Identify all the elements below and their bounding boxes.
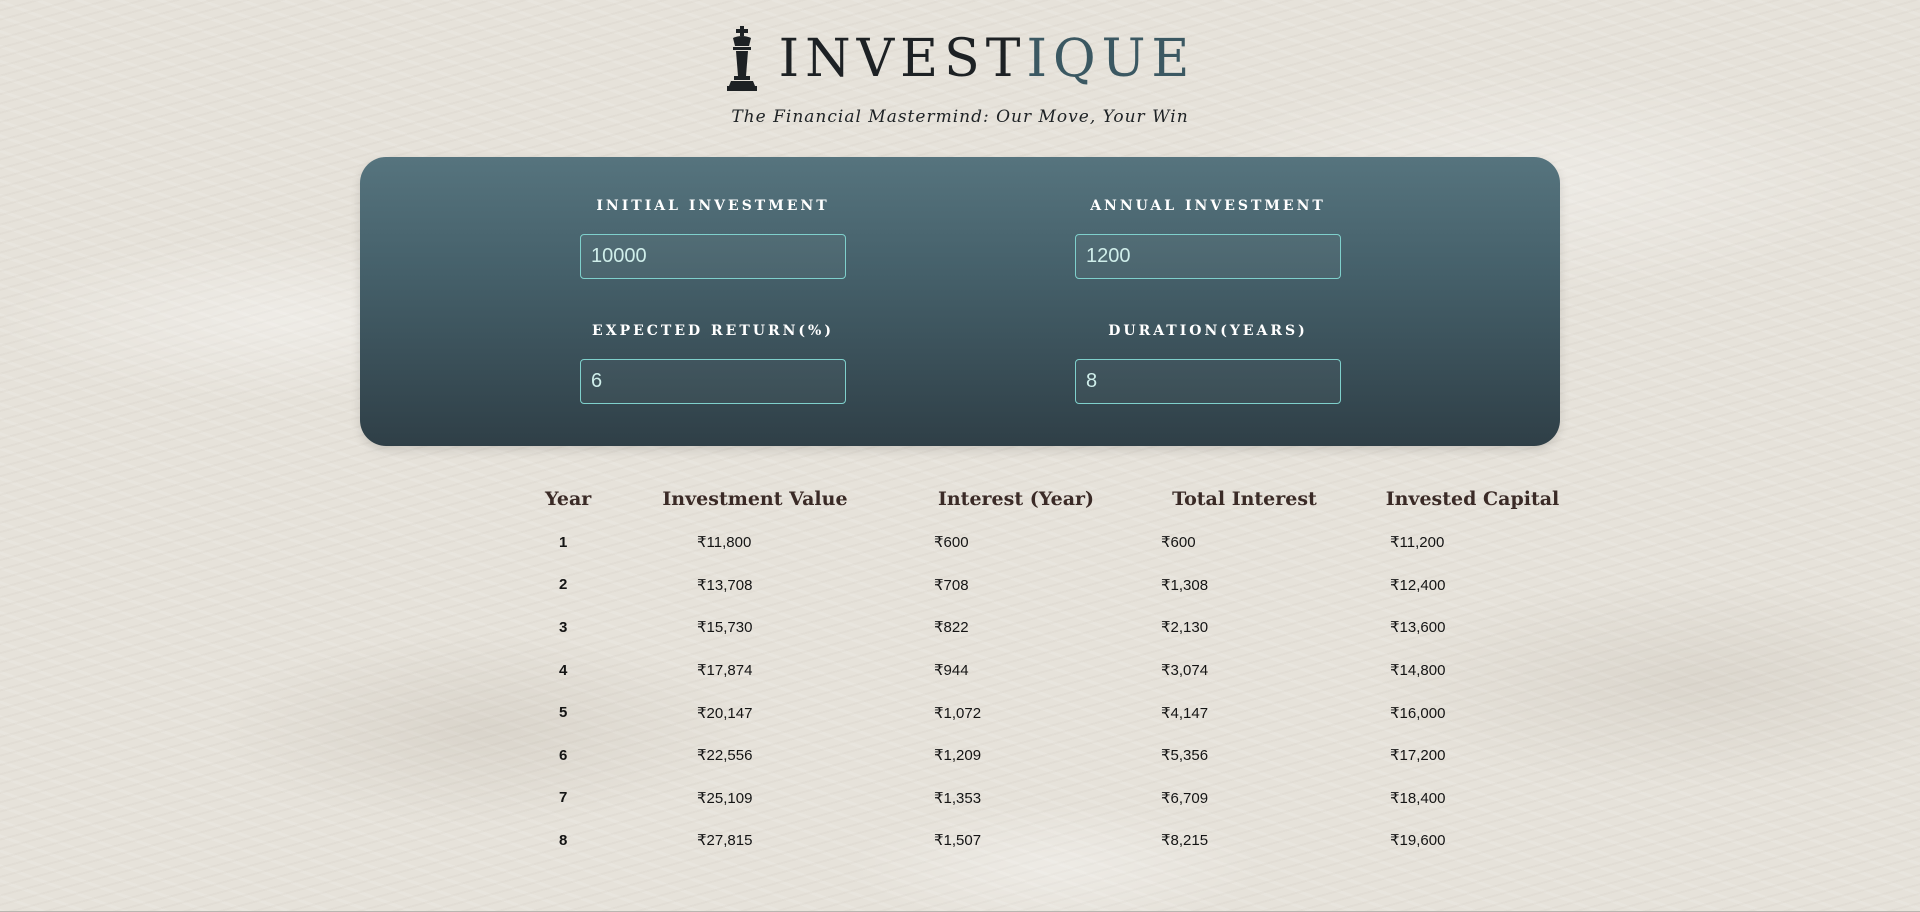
cell-year: 6 (559, 746, 568, 764)
cell-invested-capital: ₹18,400 (1390, 789, 1446, 807)
cell-total-interest: ₹1,308 (1161, 576, 1209, 594)
cell-interest-year: ₹1,353 (934, 789, 982, 807)
cell-interest-year: ₹1,507 (934, 832, 982, 850)
duration-group: DURATION(YEARS) (1075, 323, 1341, 404)
cell-interest-year: ₹944 (934, 662, 969, 680)
cell-total-interest: ₹2,130 (1161, 619, 1209, 637)
cell-invested-capital: ₹12,400 (1390, 576, 1446, 594)
brand-name: INVESTIQUE (779, 33, 1196, 85)
cell-total-interest: ₹600 (1161, 534, 1196, 552)
cell-invested-capital: ₹16,000 (1390, 704, 1446, 722)
table-row: 1 ₹11,800 ₹600 ₹600 ₹11,200 (535, 521, 1587, 564)
cell-invested-capital: ₹11,200 (1390, 534, 1445, 552)
table-row: 3 ₹15,730 ₹822 ₹2,130 ₹13,600 (535, 606, 1587, 649)
cell-investment-value: ₹22,556 (697, 747, 753, 765)
cell-investment-value: ₹13,708 (697, 576, 753, 594)
cell-investment-value: ₹27,815 (697, 832, 753, 850)
cell-year: 7 (559, 789, 568, 807)
expected-return-label: EXPECTED RETURN(%) (592, 323, 834, 339)
cell-total-interest: ₹4,147 (1161, 704, 1209, 722)
expected-return-group: EXPECTED RETURN(%) (580, 323, 846, 404)
table-header-row: Year Investment Value Interest (Year) To… (535, 481, 1587, 521)
header-total-interest: Total Interest (1172, 488, 1317, 510)
cell-year: 4 (559, 661, 568, 679)
expected-return-input[interactable] (580, 359, 846, 404)
table-row: 6 ₹22,556 ₹1,209 ₹5,356 ₹17,200 (535, 734, 1587, 777)
cell-year: 1 (559, 533, 568, 551)
cell-invested-capital: ₹13,600 (1390, 619, 1446, 637)
cell-year: 2 (559, 576, 568, 594)
cell-invested-capital: ₹14,800 (1390, 662, 1446, 680)
table-row: 2 ₹13,708 ₹708 ₹1,308 ₹12,400 (535, 564, 1587, 607)
tagline: The Financial Mastermind: Our Move, Your… (731, 107, 1189, 127)
cell-invested-capital: ₹19,600 (1390, 832, 1446, 850)
table-row: 4 ₹17,874 ₹944 ₹3,074 ₹14,800 (535, 649, 1587, 692)
cell-year: 8 (559, 831, 568, 849)
cell-investment-value: ₹17,874 (697, 662, 753, 680)
cell-interest-year: ₹822 (934, 619, 969, 637)
initial-investment-input[interactable] (580, 234, 846, 279)
brand-name-main: INVEST (778, 29, 1027, 89)
header-investment-value: Investment Value (662, 488, 848, 510)
header-year: Year (545, 488, 592, 510)
chess-king-icon (726, 26, 757, 91)
investment-input-panel: INITIAL INVESTMENT ANNUAL INVESTMENT EXP… (360, 157, 1560, 446)
cell-investment-value: ₹25,109 (697, 789, 753, 807)
brand: INVESTIQUE (725, 26, 1196, 92)
cell-interest-year: ₹1,072 (934, 704, 982, 722)
cell-investment-value: ₹20,147 (697, 704, 753, 722)
duration-label: DURATION(YEARS) (1108, 323, 1308, 339)
initial-investment-group: INITIAL INVESTMENT (580, 198, 846, 279)
cell-invested-capital: ₹17,200 (1390, 747, 1446, 765)
results-table: Year Investment Value Interest (Year) To… (535, 481, 1587, 862)
table-row: 8 ₹27,815 ₹1,507 ₹8,215 ₹19,600 (535, 819, 1587, 862)
header-invested-capital: Invested Capital (1385, 488, 1560, 510)
cell-year: 5 (559, 704, 568, 722)
annual-investment-label: ANNUAL INVESTMENT (1090, 198, 1326, 214)
brand-name-accent: IQUE (1026, 29, 1196, 89)
cell-year: 3 (559, 618, 568, 636)
cell-total-interest: ₹3,074 (1161, 662, 1209, 680)
cell-total-interest: ₹8,215 (1161, 832, 1209, 850)
initial-investment-label: INITIAL INVESTMENT (596, 198, 830, 214)
duration-input[interactable] (1075, 359, 1341, 404)
cell-investment-value: ₹15,730 (697, 619, 753, 637)
header-interest-year: Interest (Year) (937, 488, 1095, 510)
cell-total-interest: ₹6,709 (1161, 789, 1209, 807)
app-header: INVESTIQUE The Financial Mastermind: Our… (0, 26, 1920, 127)
cell-total-interest: ₹5,356 (1161, 747, 1209, 765)
cell-interest-year: ₹600 (934, 534, 969, 552)
cell-investment-value: ₹11,800 (697, 534, 752, 552)
cell-interest-year: ₹708 (934, 576, 969, 594)
annual-investment-input[interactable] (1075, 234, 1341, 279)
table-row: 7 ₹25,109 ₹1,353 ₹6,709 ₹18,400 (535, 777, 1587, 820)
annual-investment-group: ANNUAL INVESTMENT (1075, 198, 1341, 279)
table-row: 5 ₹20,147 ₹1,072 ₹4,147 ₹16,000 (535, 691, 1587, 734)
cell-interest-year: ₹1,209 (934, 747, 982, 765)
